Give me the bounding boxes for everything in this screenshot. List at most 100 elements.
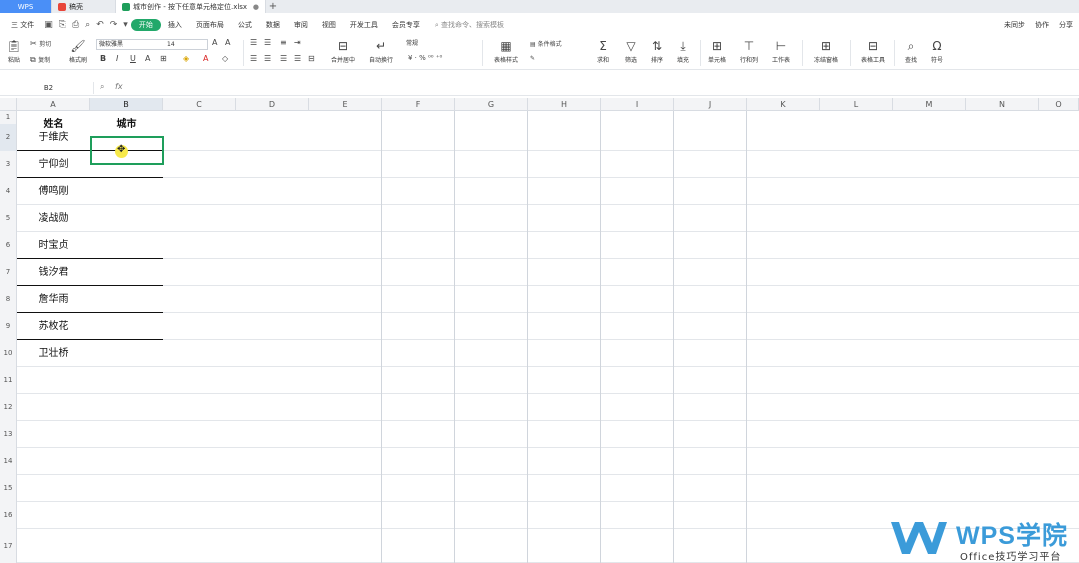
row-header-14[interactable]: 14 <box>0 448 17 475</box>
new-tab-button[interactable]: + <box>266 0 280 13</box>
align-top-icon[interactable]: ☰ <box>250 38 257 47</box>
row-header-5[interactable]: 5 <box>0 205 17 232</box>
distributed-icon[interactable]: ⊟ <box>308 54 315 63</box>
menu-insert[interactable]: 插入 <box>161 20 189 30</box>
underline-icon[interactable]: U <box>130 54 136 63</box>
row-header-9[interactable]: 9 <box>0 313 17 340</box>
paste-button[interactable]: 📋︎ 粘贴 <box>4 38 24 64</box>
row-header-12[interactable]: 12 <box>0 394 17 421</box>
menu-member[interactable]: 会员专享 <box>385 20 427 30</box>
menu-view[interactable]: 视图 <box>315 20 343 30</box>
cell-style-button[interactable]: ✎ <box>530 55 535 62</box>
name-cell[interactable]: 詹华雨 <box>17 286 90 313</box>
menu-formulas[interactable]: 公式 <box>231 20 259 30</box>
sheet-button[interactable]: ⊢ 工作表 <box>768 38 794 64</box>
table-style-button[interactable]: ▦ 表格样式 <box>488 38 524 64</box>
table-tools-button[interactable]: ⊟ 表格工具 <box>856 38 890 64</box>
sum-button[interactable]: Σ 求和 <box>592 38 614 64</box>
fx-icon[interactable]: fx <box>115 82 123 91</box>
customize-icon[interactable]: ▾ <box>120 20 131 30</box>
row-header-17[interactable]: 17 <box>0 529 17 563</box>
column-header-f[interactable]: F <box>382 98 455 111</box>
row-header-10[interactable]: 10 <box>0 340 17 367</box>
save-icon[interactable]: ▣ <box>41 20 56 30</box>
strikethrough-icon[interactable]: A <box>145 54 150 63</box>
number-format-icons[interactable]: ¥ · % ⁰⁰ ⁺⁰ <box>408 54 442 62</box>
command-search[interactable]: ⌕ 查找命令、搜索模板 <box>427 20 512 30</box>
sync-status[interactable]: 未同步 <box>1004 20 1025 30</box>
indent-icon[interactable]: ⇥ <box>294 38 301 47</box>
format-painter-button[interactable]: 🖌︎ 格式刷 <box>66 38 90 64</box>
column-header-l[interactable]: L <box>820 98 893 111</box>
collaborate-button[interactable]: 协作 <box>1035 20 1049 30</box>
filter-button[interactable]: ▽ 筛选 <box>620 38 642 64</box>
column-header-h[interactable]: H <box>528 98 601 111</box>
tab-docs[interactable]: 稿壳 <box>52 0 116 13</box>
copy-button[interactable]: ⧉ 复制 <box>30 55 50 65</box>
header-cell-city[interactable]: 城市 <box>90 111 163 137</box>
name-cell[interactable]: 于维庆 <box>17 124 90 151</box>
italic-icon[interactable]: I <box>116 54 118 63</box>
find-button[interactable]: ⌕ 查找 <box>900 38 922 64</box>
column-header-k[interactable]: K <box>747 98 820 111</box>
justify-icon[interactable]: ☰ <box>294 54 301 63</box>
row-header-15[interactable]: 15 <box>0 475 17 502</box>
border-icon[interactable]: ⊞ <box>160 54 167 63</box>
column-header-m[interactable]: M <box>893 98 966 111</box>
name-box[interactable]: B2 <box>4 82 94 94</box>
row-header-6[interactable]: 6 <box>0 232 17 259</box>
row-header-13[interactable]: 13 <box>0 421 17 448</box>
align-center-icon[interactable]: ☰ <box>264 54 271 63</box>
column-header-i[interactable]: I <box>601 98 674 111</box>
file-menu[interactable]: 三 文件 <box>4 20 41 30</box>
column-header-c[interactable]: C <box>163 98 236 111</box>
column-header-a[interactable]: A <box>17 98 90 111</box>
symbol-button[interactable]: Ω 符号 <box>926 38 948 64</box>
unsaved-dot-icon[interactable]: ● <box>253 3 259 11</box>
share-button[interactable]: 分享 <box>1059 20 1073 30</box>
export-icon[interactable]: ⎘ <box>56 20 69 30</box>
shrink-font-icon[interactable]: A <box>225 38 230 47</box>
formula-input[interactable] <box>132 82 1032 94</box>
column-header-n[interactable]: N <box>966 98 1039 111</box>
row-header-4[interactable]: 4 <box>0 178 17 205</box>
row-header-8[interactable]: 8 <box>0 286 17 313</box>
column-header-j[interactable]: J <box>674 98 747 111</box>
select-all-corner[interactable] <box>0 98 17 111</box>
bold-icon[interactable]: B <box>100 54 106 63</box>
name-cell[interactable]: 时宝贞 <box>17 232 90 259</box>
font-size-value[interactable]: 14 <box>167 40 175 49</box>
name-cell[interactable]: 苏枚花 <box>17 313 90 340</box>
wrap-text-button[interactable]: ↵ 自动换行 <box>364 38 398 64</box>
column-header-b[interactable]: B <box>90 98 163 111</box>
undo-icon[interactable]: ↶ <box>93 20 107 30</box>
name-cell[interactable]: 卫壮桥 <box>17 340 90 367</box>
name-cell[interactable]: 凌战勋 <box>17 205 90 232</box>
row-header-16[interactable]: 16 <box>0 502 17 529</box>
sort-button[interactable]: ⇅ 排序 <box>646 38 668 64</box>
cond-format-button[interactable]: ▤ 条件格式 <box>530 39 562 48</box>
freeze-panes-button[interactable]: ⊞ 冻结窗格 <box>808 38 844 64</box>
fill-button[interactable]: ⤓ 填充 <box>672 38 694 64</box>
menu-review[interactable]: 审阅 <box>287 20 315 30</box>
fill-color-icon[interactable]: ◈ <box>183 54 189 63</box>
row-header-1[interactable]: 1 <box>0 111 17 124</box>
row-header-3[interactable]: 3 <box>0 151 17 178</box>
number-format-select[interactable]: 常规 <box>404 39 470 50</box>
cut-button[interactable]: ✂ 剪切 <box>30 39 51 48</box>
menu-data[interactable]: 数据 <box>259 20 287 30</box>
align-right-icon[interactable]: ☰ <box>280 54 287 63</box>
menu-page-layout[interactable]: 页面布局 <box>189 20 231 30</box>
clear-format-icon[interactable]: ◇ <box>222 54 228 63</box>
redo-icon[interactable]: ↷ <box>107 20 121 30</box>
cell-button[interactable]: ⊞ 单元格 <box>704 38 730 64</box>
tab-wps-home[interactable]: WPS <box>0 0 52 13</box>
align-middle-icon[interactable]: ☰ <box>264 38 271 47</box>
menu-home[interactable]: 开始 <box>130 19 161 31</box>
column-header-g[interactable]: G <box>455 98 528 111</box>
zoom-formula-icon[interactable]: ⌕ <box>100 82 104 92</box>
font-color-icon[interactable]: A <box>203 54 208 63</box>
row-col-button[interactable]: ⊤ 行和列 <box>736 38 762 64</box>
row-header-7[interactable]: 7 <box>0 259 17 286</box>
align-left-icon[interactable]: ☰ <box>250 54 257 63</box>
